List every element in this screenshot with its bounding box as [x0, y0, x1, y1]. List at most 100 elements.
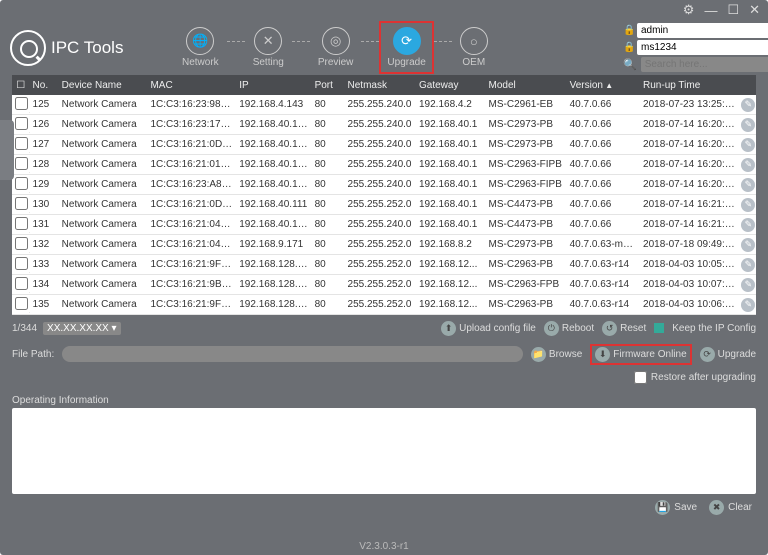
- footer-actions: 💾Save ✖Clear: [12, 494, 756, 520]
- save-icon: 💾: [655, 500, 670, 515]
- upload-config-button[interactable]: ⬆Upload config file: [441, 321, 536, 336]
- col-checkbox[interactable]: ☐: [12, 80, 30, 91]
- logo-icon: [10, 30, 46, 66]
- edit-row-icon[interactable]: ✎: [741, 158, 755, 172]
- lock-icon: 🔒: [623, 42, 633, 53]
- table-body[interactable]: 125Network Camera1C:C3:16:23:98:04192.16…: [12, 95, 756, 315]
- row-checkbox[interactable]: [15, 297, 28, 310]
- edit-row-icon[interactable]: ✎: [741, 198, 755, 212]
- row-checkbox[interactable]: [15, 217, 28, 230]
- power-icon: ⏻: [544, 321, 559, 336]
- edit-row-icon[interactable]: ✎: [741, 178, 755, 192]
- upload-icon: ⬆: [441, 321, 456, 336]
- version-label: V2.3.0.3-r1: [359, 541, 408, 552]
- password-field[interactable]: [637, 40, 768, 55]
- table-row[interactable]: 129Network Camera1C:C3:16:23:A8:A6192.16…: [12, 175, 756, 195]
- table-row[interactable]: 125Network Camera1C:C3:16:23:98:04192.16…: [12, 95, 756, 115]
- edit-row-icon[interactable]: ✎: [741, 238, 755, 252]
- edit-row-icon[interactable]: ✎: [741, 298, 755, 312]
- row-checkbox[interactable]: [15, 237, 28, 250]
- credentials-panel: 🔒 🔒 🔍: [623, 23, 758, 72]
- username-field[interactable]: [637, 23, 768, 38]
- col-model[interactable]: Model: [486, 80, 567, 91]
- edit-row-icon[interactable]: ✎: [741, 218, 755, 232]
- operating-info-box: [12, 408, 756, 494]
- table-row[interactable]: 133Network Camera1C:C3:16:21:9F:2E192.16…: [12, 255, 756, 275]
- row-checkbox[interactable]: [15, 177, 28, 190]
- main-nav: 🌐Network ✕Setting ◎Preview ⟳Upgrade ○OEM: [180, 25, 490, 70]
- maximize-icon[interactable]: ☐: [727, 2, 739, 18]
- table-row[interactable]: 126Network Camera1C:C3:16:23:17:FD192.16…: [12, 115, 756, 135]
- nav-preview[interactable]: ◎Preview: [316, 25, 356, 70]
- minimize-icon[interactable]: —: [704, 3, 717, 18]
- row-checkbox[interactable]: [15, 277, 28, 290]
- reset-button[interactable]: ↺Reset: [602, 321, 646, 336]
- toolbar-file: File Path: 📁Browse ⬇Firmware Online ⟳Upg…: [12, 341, 756, 367]
- eye-icon: ◎: [322, 27, 350, 55]
- col-runup[interactable]: Run-up Time: [640, 80, 738, 91]
- table-row[interactable]: 128Network Camera1C:C3:16:21:01:76192.16…: [12, 155, 756, 175]
- file-path-input[interactable]: [62, 346, 523, 362]
- edit-row-icon[interactable]: ✎: [741, 258, 755, 272]
- nav-oem[interactable]: ○OEM: [458, 25, 490, 70]
- nav-upgrade[interactable]: ⟳Upgrade: [385, 25, 427, 70]
- app-logo: IPC Tools: [10, 30, 123, 66]
- page-info: 1/344: [12, 323, 37, 334]
- edit-row-icon[interactable]: ✎: [741, 278, 755, 292]
- tools-icon: ✕: [254, 27, 282, 55]
- app-title: IPC Tools: [51, 38, 123, 58]
- nav-setting[interactable]: ✕Setting: [251, 25, 286, 70]
- nav-network[interactable]: 🌐Network: [180, 25, 221, 70]
- row-checkbox[interactable]: [15, 117, 28, 130]
- col-port[interactable]: Port: [312, 80, 345, 91]
- save-button[interactable]: 💾Save: [655, 500, 697, 515]
- edit-row-icon[interactable]: ✎: [741, 118, 755, 132]
- col-gateway[interactable]: Gateway: [416, 80, 486, 91]
- search-input[interactable]: [641, 57, 768, 72]
- table-row[interactable]: 132Network Camera1C:C3:16:21:04:4F192.16…: [12, 235, 756, 255]
- browse-button[interactable]: 📁Browse: [531, 347, 582, 362]
- table-row[interactable]: 134Network Camera1C:C3:16:21:9B:9B192.16…: [12, 275, 756, 295]
- clear-button[interactable]: ✖Clear: [709, 500, 752, 515]
- toolbar-options: Restore after upgrading: [12, 367, 756, 387]
- col-name[interactable]: Device Name: [59, 80, 148, 91]
- row-checkbox[interactable]: [15, 157, 28, 170]
- main-content: ☐ No. Device Name MAC IP Port Netmask Ga…: [0, 75, 768, 520]
- settings-icon[interactable]: ⚙: [683, 2, 695, 18]
- reboot-button[interactable]: ⏻Reboot: [544, 321, 594, 336]
- restore-checkbox[interactable]: [634, 371, 647, 384]
- app-header: IPC Tools 🌐Network ✕Setting ◎Preview ⟳Up…: [0, 20, 768, 75]
- toolbar-actions: 1/344 XX.XX.XX.XX ▾ ⬆Upload config file …: [12, 315, 756, 341]
- row-checkbox[interactable]: [15, 197, 28, 210]
- col-version[interactable]: Version: [567, 80, 640, 91]
- row-checkbox[interactable]: [15, 97, 28, 110]
- user-icon: 🔒: [623, 25, 633, 36]
- upgrade-icon: ⟳: [700, 347, 715, 362]
- edit-row-icon[interactable]: ✎: [741, 98, 755, 112]
- firmware-online-button[interactable]: ⬇Firmware Online: [590, 344, 691, 365]
- app-window: ⚙ — ☐ ✕ IPC Tools 🌐Network ✕Setting ◎Pre…: [0, 0, 768, 555]
- keep-ip-checkbox[interactable]: [654, 323, 664, 333]
- left-drawer-handle[interactable]: [0, 120, 14, 180]
- upgrade-button[interactable]: ⟳Upgrade: [700, 347, 756, 362]
- ip-filter-select[interactable]: XX.XX.XX.XX ▾: [43, 322, 121, 335]
- download-icon: ⬇: [595, 347, 610, 362]
- col-ip[interactable]: IP: [236, 80, 311, 91]
- reset-icon: ↺: [602, 321, 617, 336]
- table-row[interactable]: 127Network Camera1C:C3:16:21:0D:C9192.16…: [12, 135, 756, 155]
- table-header: ☐ No. Device Name MAC IP Port Netmask Ga…: [12, 75, 756, 95]
- refresh-icon: ⟳: [393, 27, 421, 55]
- circle-icon: ○: [460, 27, 488, 55]
- col-mac[interactable]: MAC: [147, 80, 236, 91]
- edit-row-icon[interactable]: ✎: [741, 138, 755, 152]
- table-row[interactable]: 135Network Camera1C:C3:16:21:9F:58192.16…: [12, 295, 756, 315]
- close-icon[interactable]: ✕: [749, 2, 760, 18]
- clear-icon: ✖: [709, 500, 724, 515]
- table-row[interactable]: 130Network Camera1C:C3:16:21:0D:CD192.16…: [12, 195, 756, 215]
- table-row[interactable]: 131Network Camera1C:C3:16:21:04:58192.16…: [12, 215, 756, 235]
- col-no[interactable]: No.: [30, 80, 59, 91]
- col-netmask[interactable]: Netmask: [345, 80, 416, 91]
- row-checkbox[interactable]: [15, 137, 28, 150]
- globe-icon: 🌐: [186, 27, 214, 55]
- row-checkbox[interactable]: [15, 257, 28, 270]
